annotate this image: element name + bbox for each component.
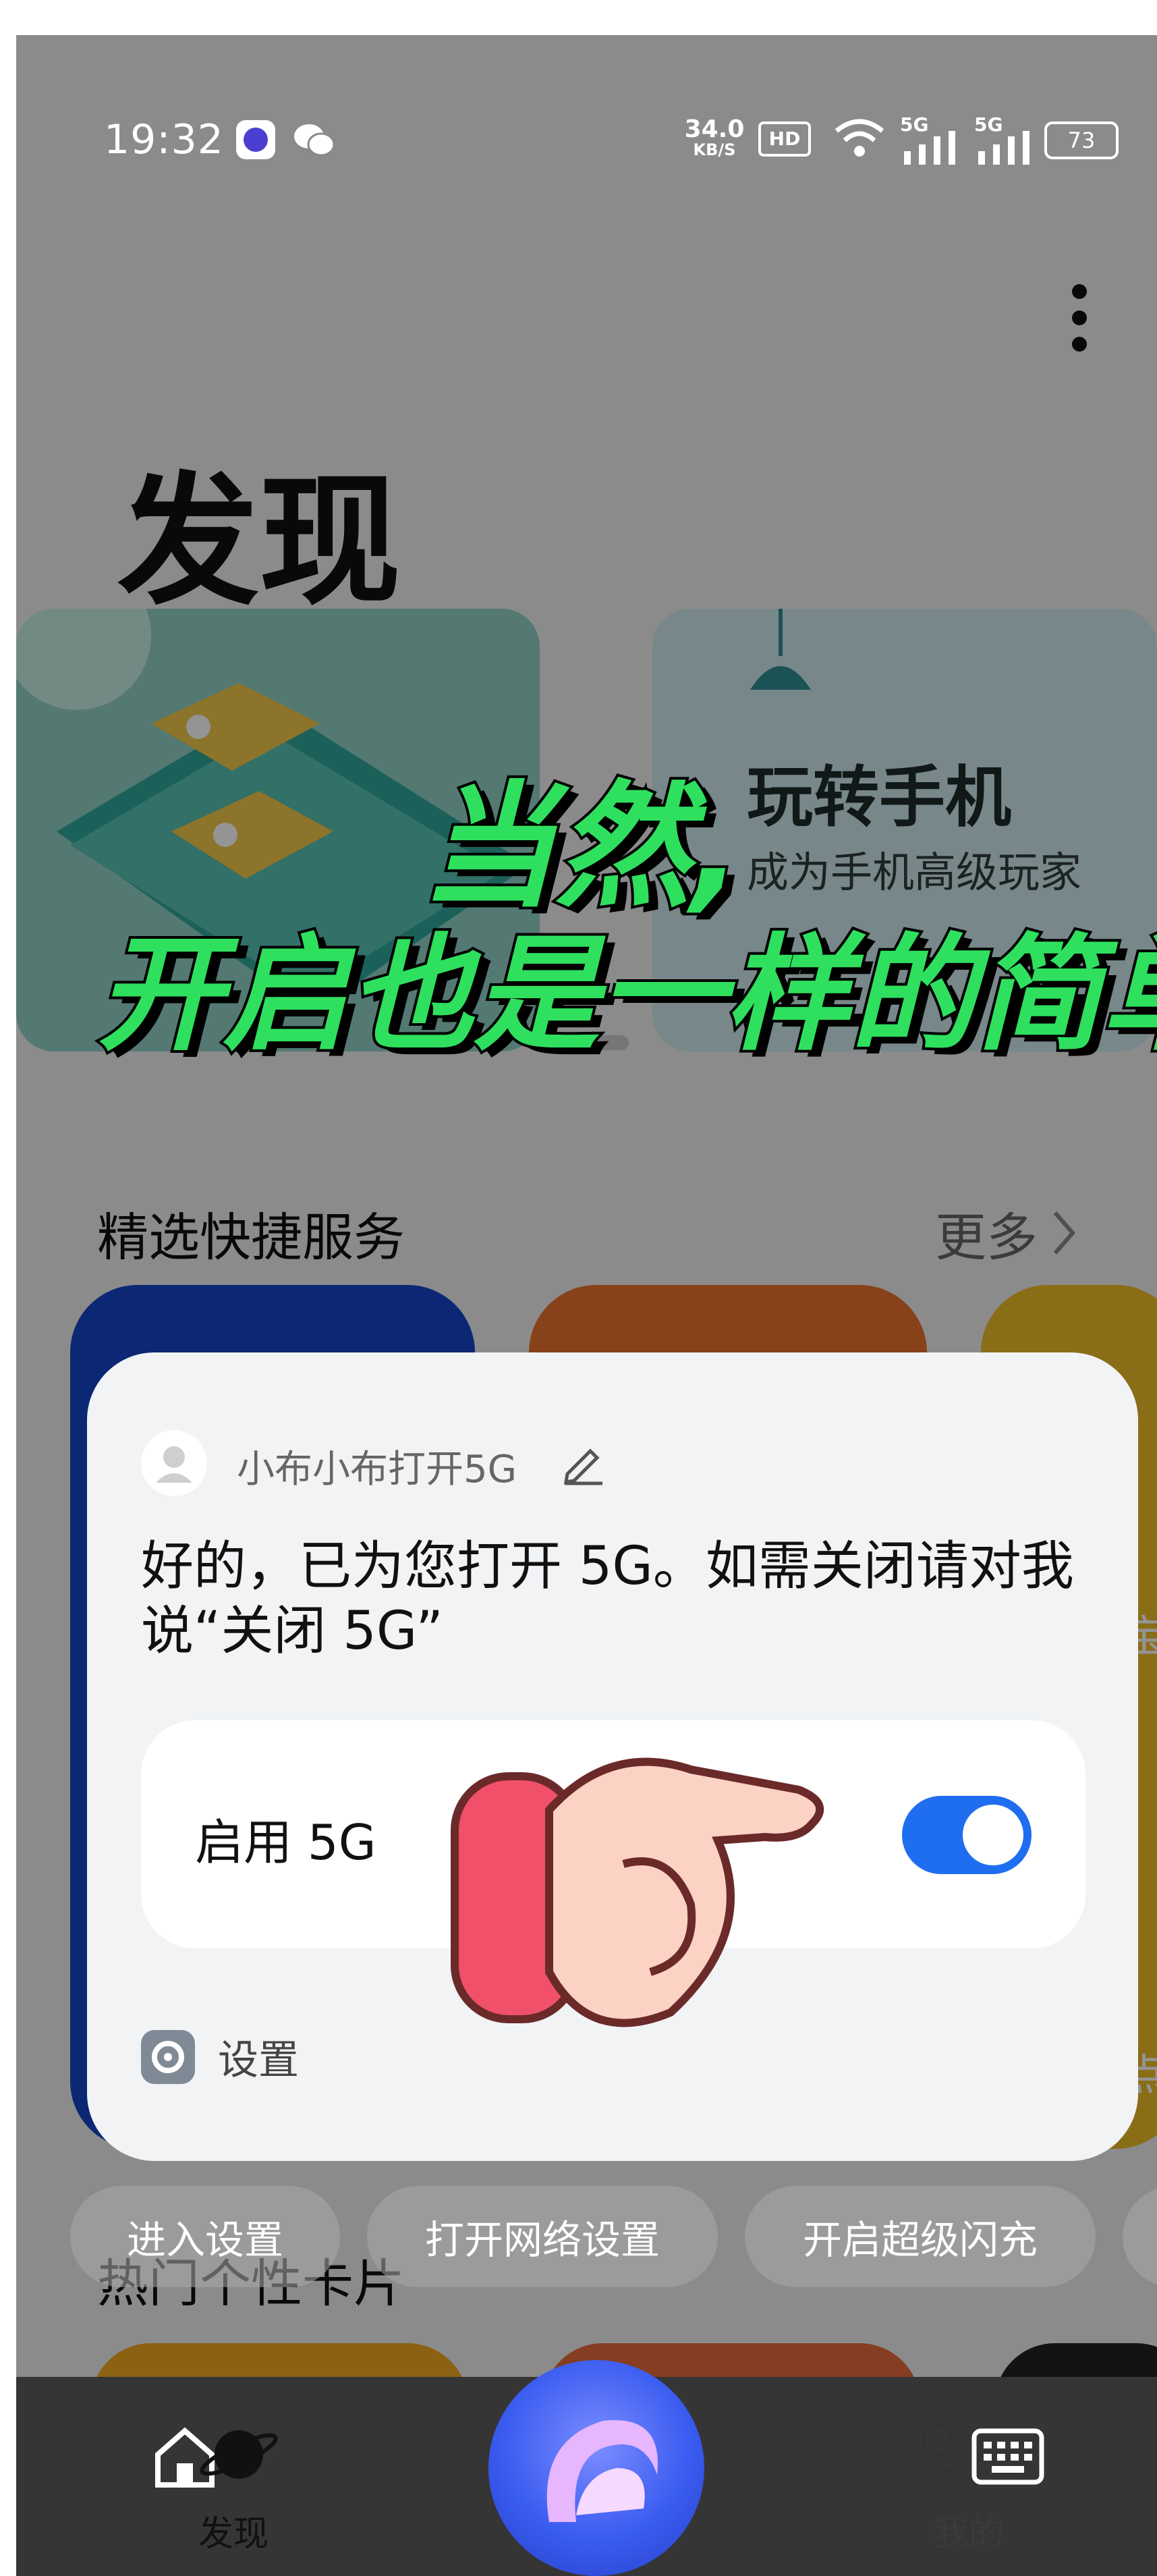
wechat-icon xyxy=(293,123,335,161)
phone-screen: 发现 玩转手机 成为手机高级玩家 精选快捷服务 更多 宝 点 19:32 34.… xyxy=(16,35,1157,2576)
pencil-icon xyxy=(563,1448,602,1485)
status-time: 19:32 xyxy=(104,116,224,163)
battery-icon: 73 xyxy=(1044,121,1119,159)
nav-discover[interactable]: 发现 xyxy=(144,2417,320,2554)
edit-query-button[interactable] xyxy=(559,1439,606,1489)
network-speed: 34.0 KB/S xyxy=(684,115,745,159)
toggle-label: 启用 5G xyxy=(195,1814,376,1871)
settings-link[interactable]: 设置 xyxy=(141,2027,299,2086)
avatar xyxy=(141,1430,207,1496)
chip-super-charge[interactable]: 开启超级闪充 xyxy=(745,2186,1096,2287)
nav-discover-label: 发现 xyxy=(198,2514,269,2554)
nav-mine-label: 我的 xyxy=(934,2514,1005,2554)
chip-network-settings[interactable]: 打开网络设置 xyxy=(367,2186,718,2287)
gear-icon xyxy=(141,2029,195,2084)
wifi-icon xyxy=(833,116,886,162)
app-notification-icon xyxy=(236,120,275,159)
person-keyboard-icon xyxy=(909,2423,1044,2486)
assistant-response: 好的，已为您打开 5G。如需关闭请对我说“关闭 5G” xyxy=(141,1536,1074,1662)
hd-badge: HD xyxy=(758,121,811,157)
home-planet-icon xyxy=(155,2427,278,2488)
assistant-orb-button[interactable] xyxy=(488,2360,704,2576)
battery-level: 73 xyxy=(1067,128,1096,153)
user-query: 小布小布打开5G xyxy=(237,1448,517,1491)
chip-open-settings[interactable]: 进入设置 xyxy=(70,2186,340,2287)
assistant-logo-icon xyxy=(546,2420,658,2522)
settings-label: 设置 xyxy=(218,2037,299,2084)
speed-unit: KB/S xyxy=(693,140,736,159)
caption-line-2: 开启也是一样的简单 xyxy=(94,919,1157,1070)
enable-5g-toggle[interactable] xyxy=(902,1796,1032,1874)
nav-mine[interactable]: 我的 xyxy=(900,2417,1075,2554)
pointing-hand-icon xyxy=(451,1757,824,2027)
speed-value: 34.0 xyxy=(684,115,745,143)
